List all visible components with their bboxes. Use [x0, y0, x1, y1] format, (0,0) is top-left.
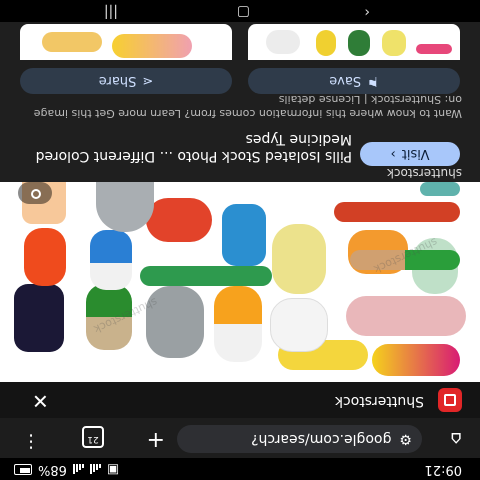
- share-label: Share: [98, 73, 137, 89]
- image-info: shutterstock Visit › Pills Isolated Stoc…: [0, 60, 480, 182]
- related-image-thumbnail[interactable]: [20, 24, 232, 60]
- preview-image[interactable]: shutterstock shutterstock: [0, 182, 480, 382]
- notification-icon: ▣: [106, 462, 120, 477]
- status-time: 09:21: [424, 462, 462, 477]
- pill-gold: [316, 30, 336, 56]
- related-images: [0, 22, 480, 60]
- pill-blue-capsule: [222, 204, 266, 266]
- recents-icon[interactable]: |||: [104, 4, 118, 20]
- pill-yellow-magenta: [372, 344, 460, 376]
- image-title[interactable]: Pills Isolated Stock Photo ... Different…: [12, 130, 352, 164]
- source-label[interactable]: shutterstock: [387, 166, 462, 180]
- pill-amber: [42, 32, 102, 52]
- site-settings-icon[interactable]: ⚙: [399, 431, 412, 447]
- cell-signal-icon: [72, 464, 84, 475]
- license-text[interactable]: Want to know where this information come…: [18, 92, 462, 120]
- chevron-right-icon: ›: [390, 146, 396, 162]
- more-menu-icon[interactable]: ⋮: [22, 431, 40, 452]
- related-image-thumbnail[interactable]: [248, 24, 460, 60]
- status-bar: 09:21 ▣ 68%: [0, 458, 480, 480]
- pill-white: [266, 30, 300, 54]
- save-button[interactable]: ⚑ Save: [248, 68, 460, 94]
- home-button-icon[interactable]: ▢: [237, 4, 250, 20]
- pill-green: [348, 30, 370, 56]
- pill-pink: [416, 44, 452, 54]
- pill-dark-capsule: [14, 284, 64, 352]
- home-icon[interactable]: ⌂: [451, 428, 462, 449]
- pill-grey-large: [96, 182, 154, 232]
- save-label: Save: [329, 73, 362, 89]
- bookmark-icon: ⚑: [367, 73, 379, 89]
- source-site-name: Shutterstock: [334, 393, 424, 409]
- new-tab-icon[interactable]: +: [147, 427, 165, 452]
- shutterstock-logo: [438, 388, 462, 412]
- screen: 09:21 ▣ 68% ⌂ ⚙ google.com/search? + 21 …: [0, 0, 480, 480]
- pill-pink-oval: [346, 296, 466, 336]
- wifi-signal-icon: [89, 464, 101, 475]
- pill-green-long: [140, 266, 272, 286]
- pill-red-round: [146, 198, 212, 242]
- pill-yellow: [382, 30, 406, 56]
- system-nav-bar: ‹ ▢ |||: [0, 0, 480, 22]
- lens-search-icon[interactable]: [18, 182, 52, 204]
- pill-orange-white-capsule: [214, 286, 262, 362]
- battery-percent: 68%: [38, 462, 67, 477]
- back-icon[interactable]: ‹: [364, 4, 370, 20]
- pill-mixed: [112, 34, 192, 58]
- browser-toolbar: ⌂ ⚙ google.com/search? + 21 ⋮: [0, 418, 480, 458]
- pill-teal-oval: [420, 182, 460, 196]
- pill-red-long: [334, 202, 460, 222]
- visit-label: Visit: [401, 146, 430, 162]
- url-field[interactable]: ⚙ google.com/search?: [177, 425, 422, 453]
- pill-white-oval: [270, 298, 328, 352]
- share-icon: ⋖: [142, 73, 154, 89]
- close-icon[interactable]: ✕: [32, 389, 49, 413]
- battery-icon: [14, 464, 32, 475]
- share-button[interactable]: ⋖ Share: [20, 68, 232, 94]
- visit-button[interactable]: Visit ›: [360, 142, 460, 166]
- pill-orange-red: [24, 228, 66, 286]
- url-text: google.com/search?: [251, 431, 392, 447]
- pill-blue-white-capsule: [90, 230, 132, 290]
- source-header: Shutterstock ✕: [0, 382, 480, 418]
- tab-switcher-button[interactable]: 21: [82, 426, 104, 448]
- pill-yellow-tall: [272, 224, 326, 294]
